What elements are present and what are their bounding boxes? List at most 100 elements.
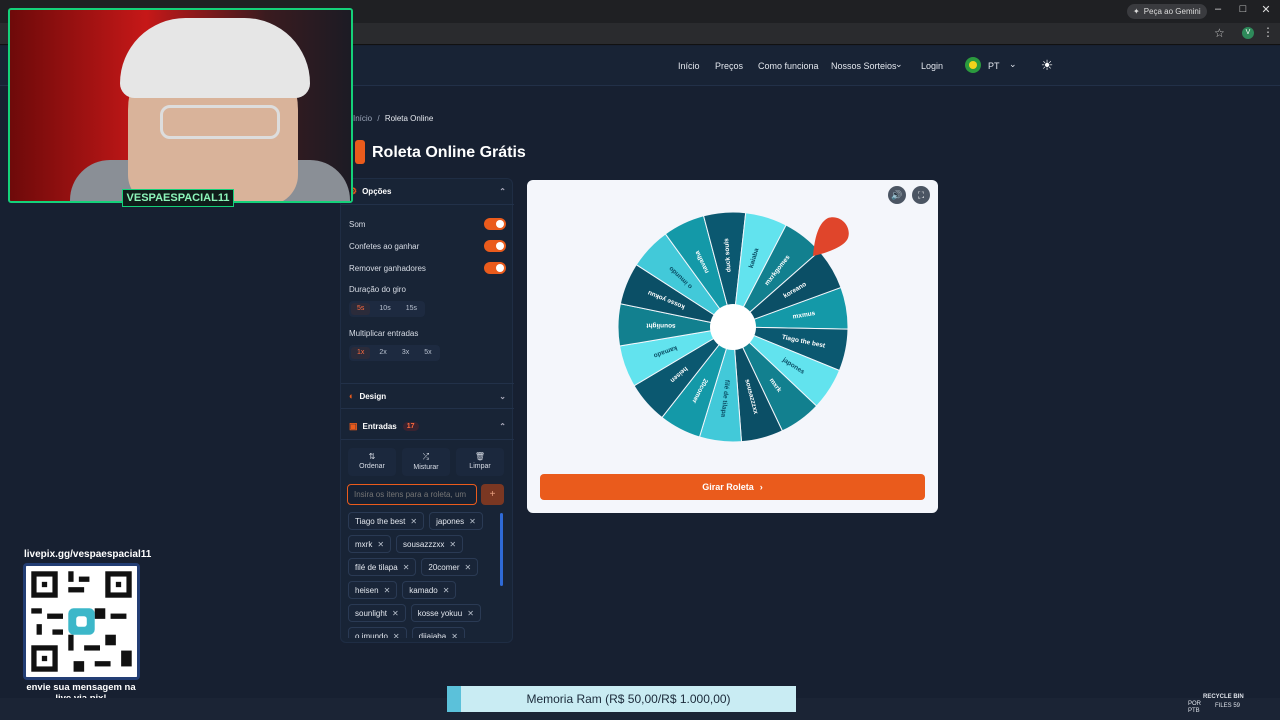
entry-tag: djiaiaba ✕ xyxy=(411,627,465,639)
sort-button[interactable]: ⇅ Ordenar xyxy=(348,448,396,476)
page-title: Roleta Online Grátis xyxy=(372,144,526,161)
wheel-pointer xyxy=(813,217,849,256)
add-entry-button[interactable]: + xyxy=(481,484,504,505)
remove-entry-icon[interactable]: ✕ xyxy=(410,517,417,526)
remove-entry-icon[interactable]: ✕ xyxy=(451,632,458,639)
remove-entry-icon[interactable]: ✕ xyxy=(393,632,400,639)
duration-option[interactable]: 15s xyxy=(400,303,423,315)
entry-tag-label: Tiago the best xyxy=(355,516,406,526)
entry-tag: mxrk ✕ xyxy=(348,535,392,553)
streamer-name-label: VESPAESPACIAL11 xyxy=(122,189,234,207)
entry-input[interactable] xyxy=(347,484,477,505)
multiply-option[interactable]: 3x xyxy=(396,347,415,359)
breadcrumb: Início / Roleta Online xyxy=(353,114,433,123)
fullscreen-icon[interactable]: ⛶ xyxy=(912,186,930,204)
files-count-label: FILES 59 xyxy=(1215,703,1241,709)
chevron-right-icon: › xyxy=(759,482,763,492)
minimize-icon[interactable]: – xyxy=(1211,3,1225,15)
close-icon[interactable]: ✕ xyxy=(1259,3,1273,16)
chevron-up-icon[interactable]: ⌃ xyxy=(499,187,506,196)
language-selector[interactable]: PT xyxy=(988,61,1000,71)
design-title: Design xyxy=(359,391,387,401)
entry-tag: kosse yokuu ✕ xyxy=(410,604,481,622)
remove-entry-icon[interactable]: ✕ xyxy=(449,540,456,549)
options-header[interactable]: ⚙ Opções ⌃ xyxy=(341,179,514,205)
entry-tag-label: filé de tilapa xyxy=(355,562,398,572)
options-title: Opções xyxy=(362,187,392,196)
nav-link-nossos-sorteios[interactable]: Nossos Sorteios xyxy=(831,61,897,71)
title-accent-bar xyxy=(355,140,365,164)
entry-tag-label: o imundo xyxy=(355,631,388,639)
webcam-cap xyxy=(120,18,310,98)
multiply-option[interactable]: 1x xyxy=(351,347,371,359)
multiply-option[interactable]: 5x xyxy=(418,347,437,359)
brazil-flag-icon xyxy=(965,57,981,73)
breadcrumb-current: Roleta Online xyxy=(384,114,434,123)
chevron-up-icon[interactable]: ⌃ xyxy=(499,422,506,431)
entry-tag: o imundo ✕ xyxy=(348,627,407,638)
entry-tag-label: heisen xyxy=(355,585,379,595)
chevron-down-icon[interactable]: ⌄ xyxy=(499,392,506,401)
remove-entry-icon[interactable]: ✕ xyxy=(392,609,399,618)
spin-label: Girar Roleta xyxy=(702,482,754,492)
nav-link-inicio[interactable]: Início xyxy=(678,61,700,71)
spin-button[interactable]: Girar Roleta › xyxy=(540,474,925,500)
volume-icon[interactable]: 🔊 xyxy=(888,186,906,204)
theme-toggle-sun-icon[interactable]: ☀ xyxy=(1039,57,1055,73)
profile-avatar[interactable]: V xyxy=(1242,27,1254,39)
webcam-overlay xyxy=(8,8,353,203)
entry-tag: 20comer ✕ xyxy=(421,558,479,576)
remove-entry-icon[interactable]: ✕ xyxy=(465,563,472,572)
remove-entry-icon[interactable]: ✕ xyxy=(384,586,391,595)
qr-code-icon xyxy=(23,563,140,680)
chevron-down-icon[interactable]: ⌄ xyxy=(895,59,903,70)
entry-tag: sousazzzxx ✕ xyxy=(396,535,464,553)
shuffle-label: Misturar xyxy=(413,464,439,471)
duration-label: Duração do giro xyxy=(349,285,406,294)
remove-entry-icon[interactable]: ✕ xyxy=(467,609,474,618)
entry-tag-label: sounlight xyxy=(355,608,388,618)
design-header[interactable]: ◐ Design ⌄ xyxy=(341,383,514,409)
toggle-label: Som xyxy=(349,219,366,229)
multiply-option[interactable]: 2x xyxy=(373,347,392,359)
remove-entry-icon[interactable]: ✕ xyxy=(443,586,450,595)
clear-button[interactable]: 🗑 Limpar xyxy=(456,448,504,476)
entry-tag-label: sousazzzxx xyxy=(403,539,445,549)
sort-label: Ordenar xyxy=(359,463,385,470)
trash-icon: 🗑 xyxy=(474,452,486,461)
confetes-toggle[interactable] xyxy=(484,240,506,252)
remove-entry-icon[interactable]: ✕ xyxy=(377,540,384,549)
palette-icon: ◐ xyxy=(349,391,355,401)
entries-list: Tiago the best ✕ japones ✕ mxrk ✕ sousazzzxx ✕ f… xyxy=(348,512,500,638)
entry-tag-label: djiaiaba xyxy=(418,631,447,639)
toggle-row-som: Som xyxy=(349,217,506,231)
breadcrumb-home[interactable]: Início xyxy=(353,114,372,123)
bookmark-star-icon[interactable]: ☆ xyxy=(1214,26,1225,40)
gemini-button[interactable]: ✦ Peça ao Gemini xyxy=(1127,4,1207,19)
wheel-segment-label: sounlight xyxy=(646,322,676,330)
chevron-down-icon[interactable]: ⌄ xyxy=(1009,59,1017,70)
toggle-label: Confetes ao ganhar xyxy=(349,241,420,251)
entries-header[interactable]: ▣ Entradas 17 ⌃ xyxy=(341,414,514,440)
browser-menu-icon[interactable]: ⋮ xyxy=(1262,25,1274,39)
duration-option[interactable]: 5s xyxy=(351,303,371,315)
duration-option[interactable]: 10s xyxy=(373,303,396,315)
roulette-wheel[interactable]: mxmusTiago the bestjaponesmxrksousazzzxx… xyxy=(608,204,854,450)
gift-icon: ▣ xyxy=(349,421,358,431)
nav-link-como-funciona[interactable]: Como funciona xyxy=(758,61,819,71)
nav-link-login[interactable]: Login xyxy=(921,61,943,71)
entries-scrollbar[interactable] xyxy=(500,513,503,586)
tray-language[interactable]: POR PTB xyxy=(1188,701,1201,715)
shuffle-button[interactable]: ⤮ Misturar xyxy=(402,448,450,476)
entry-tag: filé de tilapa ✕ xyxy=(348,558,417,576)
remover-ganhadores-toggle[interactable] xyxy=(484,262,506,274)
gemini-icon: ✦ xyxy=(1133,7,1140,16)
maximize-icon[interactable]: □ xyxy=(1236,3,1250,15)
toggle-row-remover: Remover ganhadores xyxy=(349,261,506,275)
som-toggle[interactable] xyxy=(484,218,506,230)
remove-entry-icon[interactable]: ✕ xyxy=(469,517,476,526)
donation-goal-ticker: Memoria Ram (R$ 50,00/R$ 1.000,00) xyxy=(447,686,796,712)
entry-tag-label: mxrk xyxy=(355,539,373,549)
remove-entry-icon[interactable]: ✕ xyxy=(403,563,410,572)
nav-link-precos[interactable]: Preços xyxy=(715,61,743,71)
